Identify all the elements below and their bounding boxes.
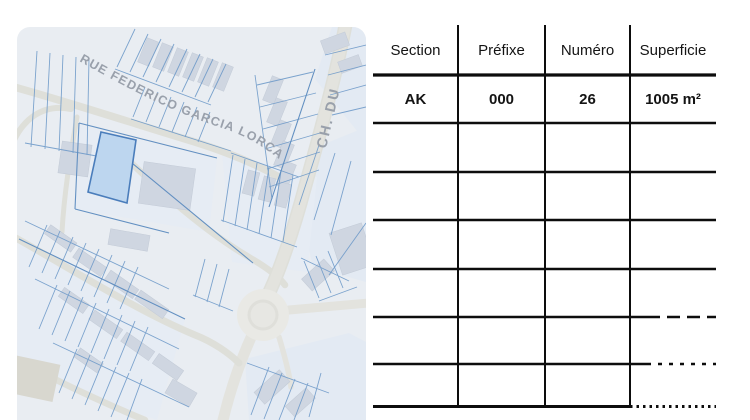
col-header-section: Section xyxy=(390,41,441,59)
parcel-zones-layer xyxy=(17,27,366,420)
cell-section-value: AK xyxy=(404,90,427,108)
col-header-prefixe: Préfixe xyxy=(478,41,525,59)
cadastral-map: RUE FEDERICO GARCIA LORCA CH. DU xyxy=(17,27,366,420)
cadastral-map-canvas: RUE FEDERICO GARCIA LORCA CH. DU xyxy=(17,27,366,420)
col-header-numero: Numéro xyxy=(560,41,615,59)
roundabout xyxy=(237,289,289,341)
parcel-detail-page: { "map": { "street_labels": [ { "id": "r… xyxy=(0,0,750,420)
parcel-info-table: Section Préfixe Numéro Superficie AK 000… xyxy=(373,25,716,408)
cell-prefixe-value: 000 xyxy=(488,90,515,108)
cell-superficie-value: 1005 m² xyxy=(645,90,701,108)
cell-numero-value: 26 xyxy=(579,90,596,108)
col-header-superficie: Superficie xyxy=(639,41,707,59)
